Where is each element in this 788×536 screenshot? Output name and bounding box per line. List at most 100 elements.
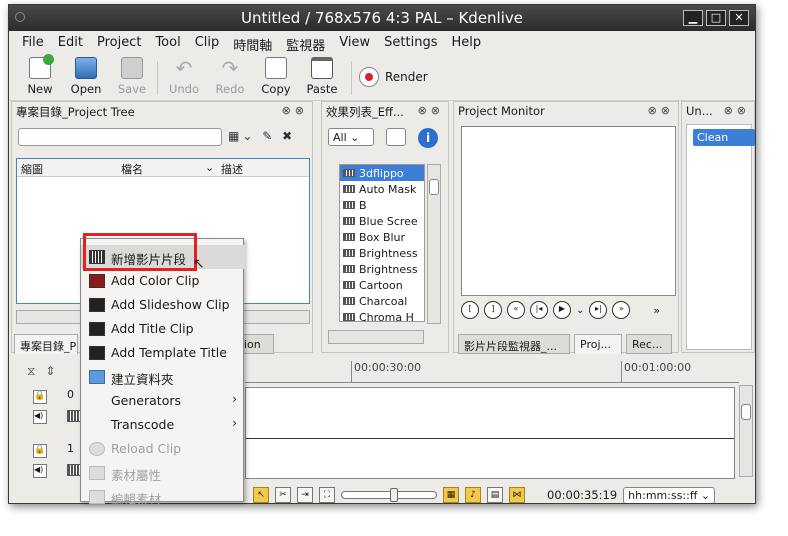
render-button[interactable]: Render [359,67,428,87]
forward-icon[interactable]: » [612,301,631,319]
effect-item[interactable]: Box Blur [340,229,424,245]
menu-settings[interactable]: Settings [377,32,444,54]
panel-float-close-icons[interactable]: ⊗⊗ [282,104,308,117]
add-clip-tool-icons[interactable]: ▦⌄ ✎ ✖ [228,129,295,143]
menu-timeline[interactable]: 時間軸 [226,32,279,54]
undo-button[interactable]: ↶ Undo [161,57,207,96]
set-zone-start-icon[interactable]: [ [461,301,479,319]
menu-item-9[interactable]: Reload Clip [81,437,245,461]
menu-item-6[interactable]: 建立資料夾 [81,365,245,389]
video-thumbnails-icon[interactable]: ▦ [443,487,459,503]
spacer-tool-icon[interactable]: ⇥ [297,487,313,503]
effect-icon [343,233,355,241]
rewind-icon[interactable]: « [507,301,525,319]
menu-monitor[interactable]: 監視器 [279,32,332,54]
select-tool-icon[interactable]: ↖ [253,487,269,503]
audio-thumbnails-icon[interactable]: ♪ [465,487,481,503]
tab-project-tree[interactable]: 專案目錄_Pr [14,334,78,354]
menu-item-2[interactable]: Add Color Clip [81,269,245,293]
audio-icon[interactable]: ◀) [33,464,47,478]
effects-vscrollbar[interactable] [427,164,441,324]
effect-icon [343,201,355,209]
edit-clip-icon [89,490,105,504]
razor-tool-icon[interactable]: ✂ [275,487,291,503]
effect-filter-select[interactable]: All ⌄ [328,128,374,146]
redo-button[interactable]: ↷ Redo [207,57,253,96]
timecode-format-select[interactable]: hh:mm:ss::ff ⌄ [623,486,716,503]
menu-view[interactable]: View [332,32,377,54]
minimize-button[interactable]: ▁ [683,10,703,26]
add-color-clip-icon [89,274,105,288]
undo-item-clean[interactable]: Clean [693,129,755,146]
copy-button[interactable]: Copy [253,57,299,96]
snap-icon[interactable]: ⋈ [509,487,525,503]
close-button[interactable]: ✕ [729,10,749,26]
menu-item-11[interactable]: 編輯素材 [81,485,245,509]
effect-item[interactable]: Blue Scree [340,213,424,229]
tab-clip-monitor[interactable]: 影片片段監視器_... [458,334,570,354]
menu-file[interactable]: File [15,32,51,54]
info-icon[interactable]: i [418,128,438,148]
markers-icon[interactable]: ▤ [487,487,503,503]
menu-help[interactable]: Help [444,32,488,54]
column-thumbnail[interactable]: 縮圖 [21,161,43,177]
effect-item[interactable]: B [340,197,424,213]
play-icon[interactable]: ▶ [553,301,571,319]
lock-icon[interactable]: 🔒 [33,390,47,404]
column-filename[interactable]: 檔名 [121,161,143,177]
audio-icon[interactable]: ◀) [33,410,47,424]
set-zone-end-icon[interactable]: ] [484,301,502,319]
maximize-button[interactable]: □ [706,10,726,26]
effect-item[interactable]: Auto Mask [340,181,424,197]
effect-item[interactable]: Chroma H [340,309,424,321]
effect-item[interactable]: Brightness [340,261,424,277]
menu-clip[interactable]: Clip [188,32,227,54]
effect-icon [343,185,355,193]
add-template-title-icon [89,346,105,360]
open-button[interactable]: Open [63,57,109,96]
menu-edit[interactable]: Edit [51,32,90,54]
menu-project[interactable]: Project [90,32,148,54]
new-button[interactable]: New [17,54,63,96]
play-options-chevron-icon[interactable]: ⌄ [576,305,584,316]
submenu-arrow-icon: › [232,416,237,430]
column-description[interactable]: 描述 [221,161,243,177]
timeline-tracks[interactable] [245,387,735,479]
timeline-zoom-icons[interactable]: ⧖⇕ [27,364,65,379]
save-button[interactable]: Save [109,57,155,96]
effect-item[interactable]: 3dflippo [340,165,424,181]
effect-item[interactable]: Cartoon [340,277,424,293]
menu-item-3[interactable]: Add Slideshow Clip [81,293,245,317]
effect-icon [343,281,355,289]
menu-tool[interactable]: Tool [148,32,187,54]
more-controls-icon[interactable]: » [653,304,660,317]
panel-float-close-icons[interactable]: ⊗⊗ [648,104,674,117]
effect-search-input[interactable] [386,128,406,146]
effects-hscrollbar[interactable] [328,330,424,344]
undo-history-list[interactable] [686,124,752,350]
effect-item[interactable]: Charcoal [340,293,424,309]
lock-icon[interactable]: 🔒 [33,444,47,458]
effect-item[interactable]: Brightness [340,245,424,261]
menu-item-4[interactable]: Add Title Clip [81,317,245,341]
menu-item-5[interactable]: Add Template Title [81,341,245,365]
monitor-screen[interactable] [461,126,676,296]
zoom-slider[interactable] [341,488,437,502]
paste-button[interactable]: Paste [299,57,345,96]
menu-item-8[interactable]: Transcode › [81,413,245,437]
effects-list[interactable]: 3dflippo Auto Mask B Blue Scree Box Blur Brig… [339,164,425,322]
previous-frame-icon[interactable]: |◂ [530,301,548,319]
panel-float-close-icons[interactable]: ⊗⊗ [724,104,750,117]
menu-item-7[interactable]: Generators › [81,389,245,413]
next-frame-icon[interactable]: ▸| [589,301,608,319]
timeline-vscrollbar[interactable] [739,385,753,477]
tab-project-monitor[interactable]: Proj... [574,334,622,354]
effect-icon [343,169,355,177]
panel-float-close-icons[interactable]: ⊗⊗ [418,104,444,117]
tab-record-monitor[interactable]: Rec... [626,334,672,354]
project-search-input[interactable] [18,128,222,146]
menu-item-10[interactable]: 素材屬性 [81,461,245,485]
fit-zoom-icon[interactable]: ⛶ [319,487,335,503]
timeline-ruler[interactable]: 00:00:30:00 00:01:00:00 [245,361,739,383]
window-title: Untitled / 768x576 4:3 PAL – Kdenlive [240,9,523,27]
